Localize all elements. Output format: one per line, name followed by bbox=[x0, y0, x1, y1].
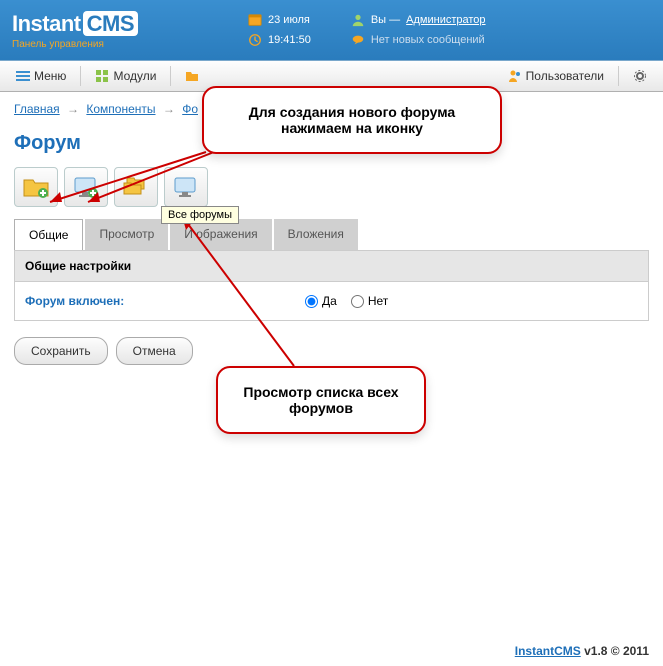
nav-divider bbox=[80, 66, 81, 86]
calendar-icon bbox=[248, 13, 262, 27]
folder-icon bbox=[185, 69, 199, 83]
tab-general[interactable]: Общие bbox=[14, 219, 83, 250]
radio-yes[interactable]: Да bbox=[305, 294, 337, 308]
callout-top: Для создания нового форума нажимаем на и… bbox=[202, 86, 502, 154]
tooltip: Все форумы bbox=[161, 206, 239, 224]
settings-tabs: Общие Просмотр И ображения Вложения bbox=[0, 219, 663, 250]
nav-menu[interactable]: Меню bbox=[8, 65, 74, 87]
users-icon bbox=[508, 69, 522, 83]
logo-text: InstantCMS bbox=[12, 11, 138, 37]
monitor-icon bbox=[172, 175, 200, 199]
modules-icon bbox=[95, 69, 109, 83]
time-text: 19:41:50 bbox=[268, 34, 311, 46]
tab-view[interactable]: Просмотр bbox=[85, 219, 168, 250]
user-link[interactable]: Администратор bbox=[406, 14, 485, 26]
gear-icon bbox=[633, 69, 647, 83]
header-date-time: 23 июля 19:41:50 bbox=[248, 13, 311, 47]
all-forums-button[interactable]: Все форумы bbox=[164, 167, 208, 207]
radio-no[interactable]: Нет bbox=[351, 294, 388, 308]
nav-users[interactable]: Пользователи bbox=[500, 65, 612, 87]
all-categories-button[interactable] bbox=[114, 167, 158, 207]
breadcrumb-home[interactable]: Главная bbox=[14, 102, 60, 116]
setting-label: Форум включен: bbox=[25, 294, 305, 308]
nav-hidden-item[interactable] bbox=[177, 65, 207, 87]
message-icon bbox=[351, 33, 365, 47]
footer-brand-link[interactable]: InstantCMS bbox=[515, 644, 581, 658]
clock-icon bbox=[248, 33, 262, 47]
breadcrumb-components[interactable]: Компоненты bbox=[86, 102, 155, 116]
settings-section-title: Общие настройки bbox=[15, 251, 648, 282]
settings-panel: Общие настройки Форум включен: Да Нет bbox=[14, 250, 649, 321]
nav-divider bbox=[170, 66, 171, 86]
logo: InstantCMS Панель управления bbox=[12, 11, 138, 50]
admin-header: InstantCMS Панель управления 23 июля 19:… bbox=[0, 0, 663, 60]
arrow-icon: → bbox=[163, 102, 175, 116]
footer: InstantCMS v1.8 © 2011 bbox=[515, 644, 649, 658]
add-forum-button[interactable] bbox=[64, 167, 108, 207]
add-category-button[interactable] bbox=[14, 167, 58, 207]
callout-bottom: Просмотр списка всех форумов bbox=[216, 366, 426, 434]
cancel-button[interactable]: Отмена bbox=[116, 337, 193, 365]
user-icon bbox=[351, 13, 365, 27]
logo-subtitle: Панель управления bbox=[12, 39, 138, 50]
radio-no-input[interactable] bbox=[351, 295, 364, 308]
header-user-area: Вы — Администратор Нет новых сообщений bbox=[351, 13, 486, 47]
date-text: 23 июля bbox=[268, 14, 310, 26]
action-toolbar: Все форумы bbox=[0, 167, 663, 219]
user-prefix: Вы — bbox=[371, 14, 400, 26]
tab-attachments[interactable]: Вложения bbox=[274, 219, 358, 250]
folders-icon bbox=[122, 175, 150, 199]
nav-settings[interactable] bbox=[625, 65, 655, 87]
radio-yes-input[interactable] bbox=[305, 295, 318, 308]
setting-row-enabled: Форум включен: Да Нет bbox=[15, 282, 648, 320]
menu-icon bbox=[16, 69, 30, 83]
nav-divider bbox=[618, 66, 619, 86]
save-button[interactable]: Сохранить bbox=[14, 337, 108, 365]
breadcrumb-current[interactable]: Фо bbox=[182, 102, 198, 116]
arrow-icon: → bbox=[67, 102, 79, 116]
monitor-plus-icon bbox=[72, 175, 100, 199]
folder-plus-icon bbox=[22, 175, 50, 199]
nav-modules[interactable]: Модули bbox=[87, 65, 164, 87]
messages-link[interactable]: Нет новых сообщений bbox=[371, 34, 485, 46]
